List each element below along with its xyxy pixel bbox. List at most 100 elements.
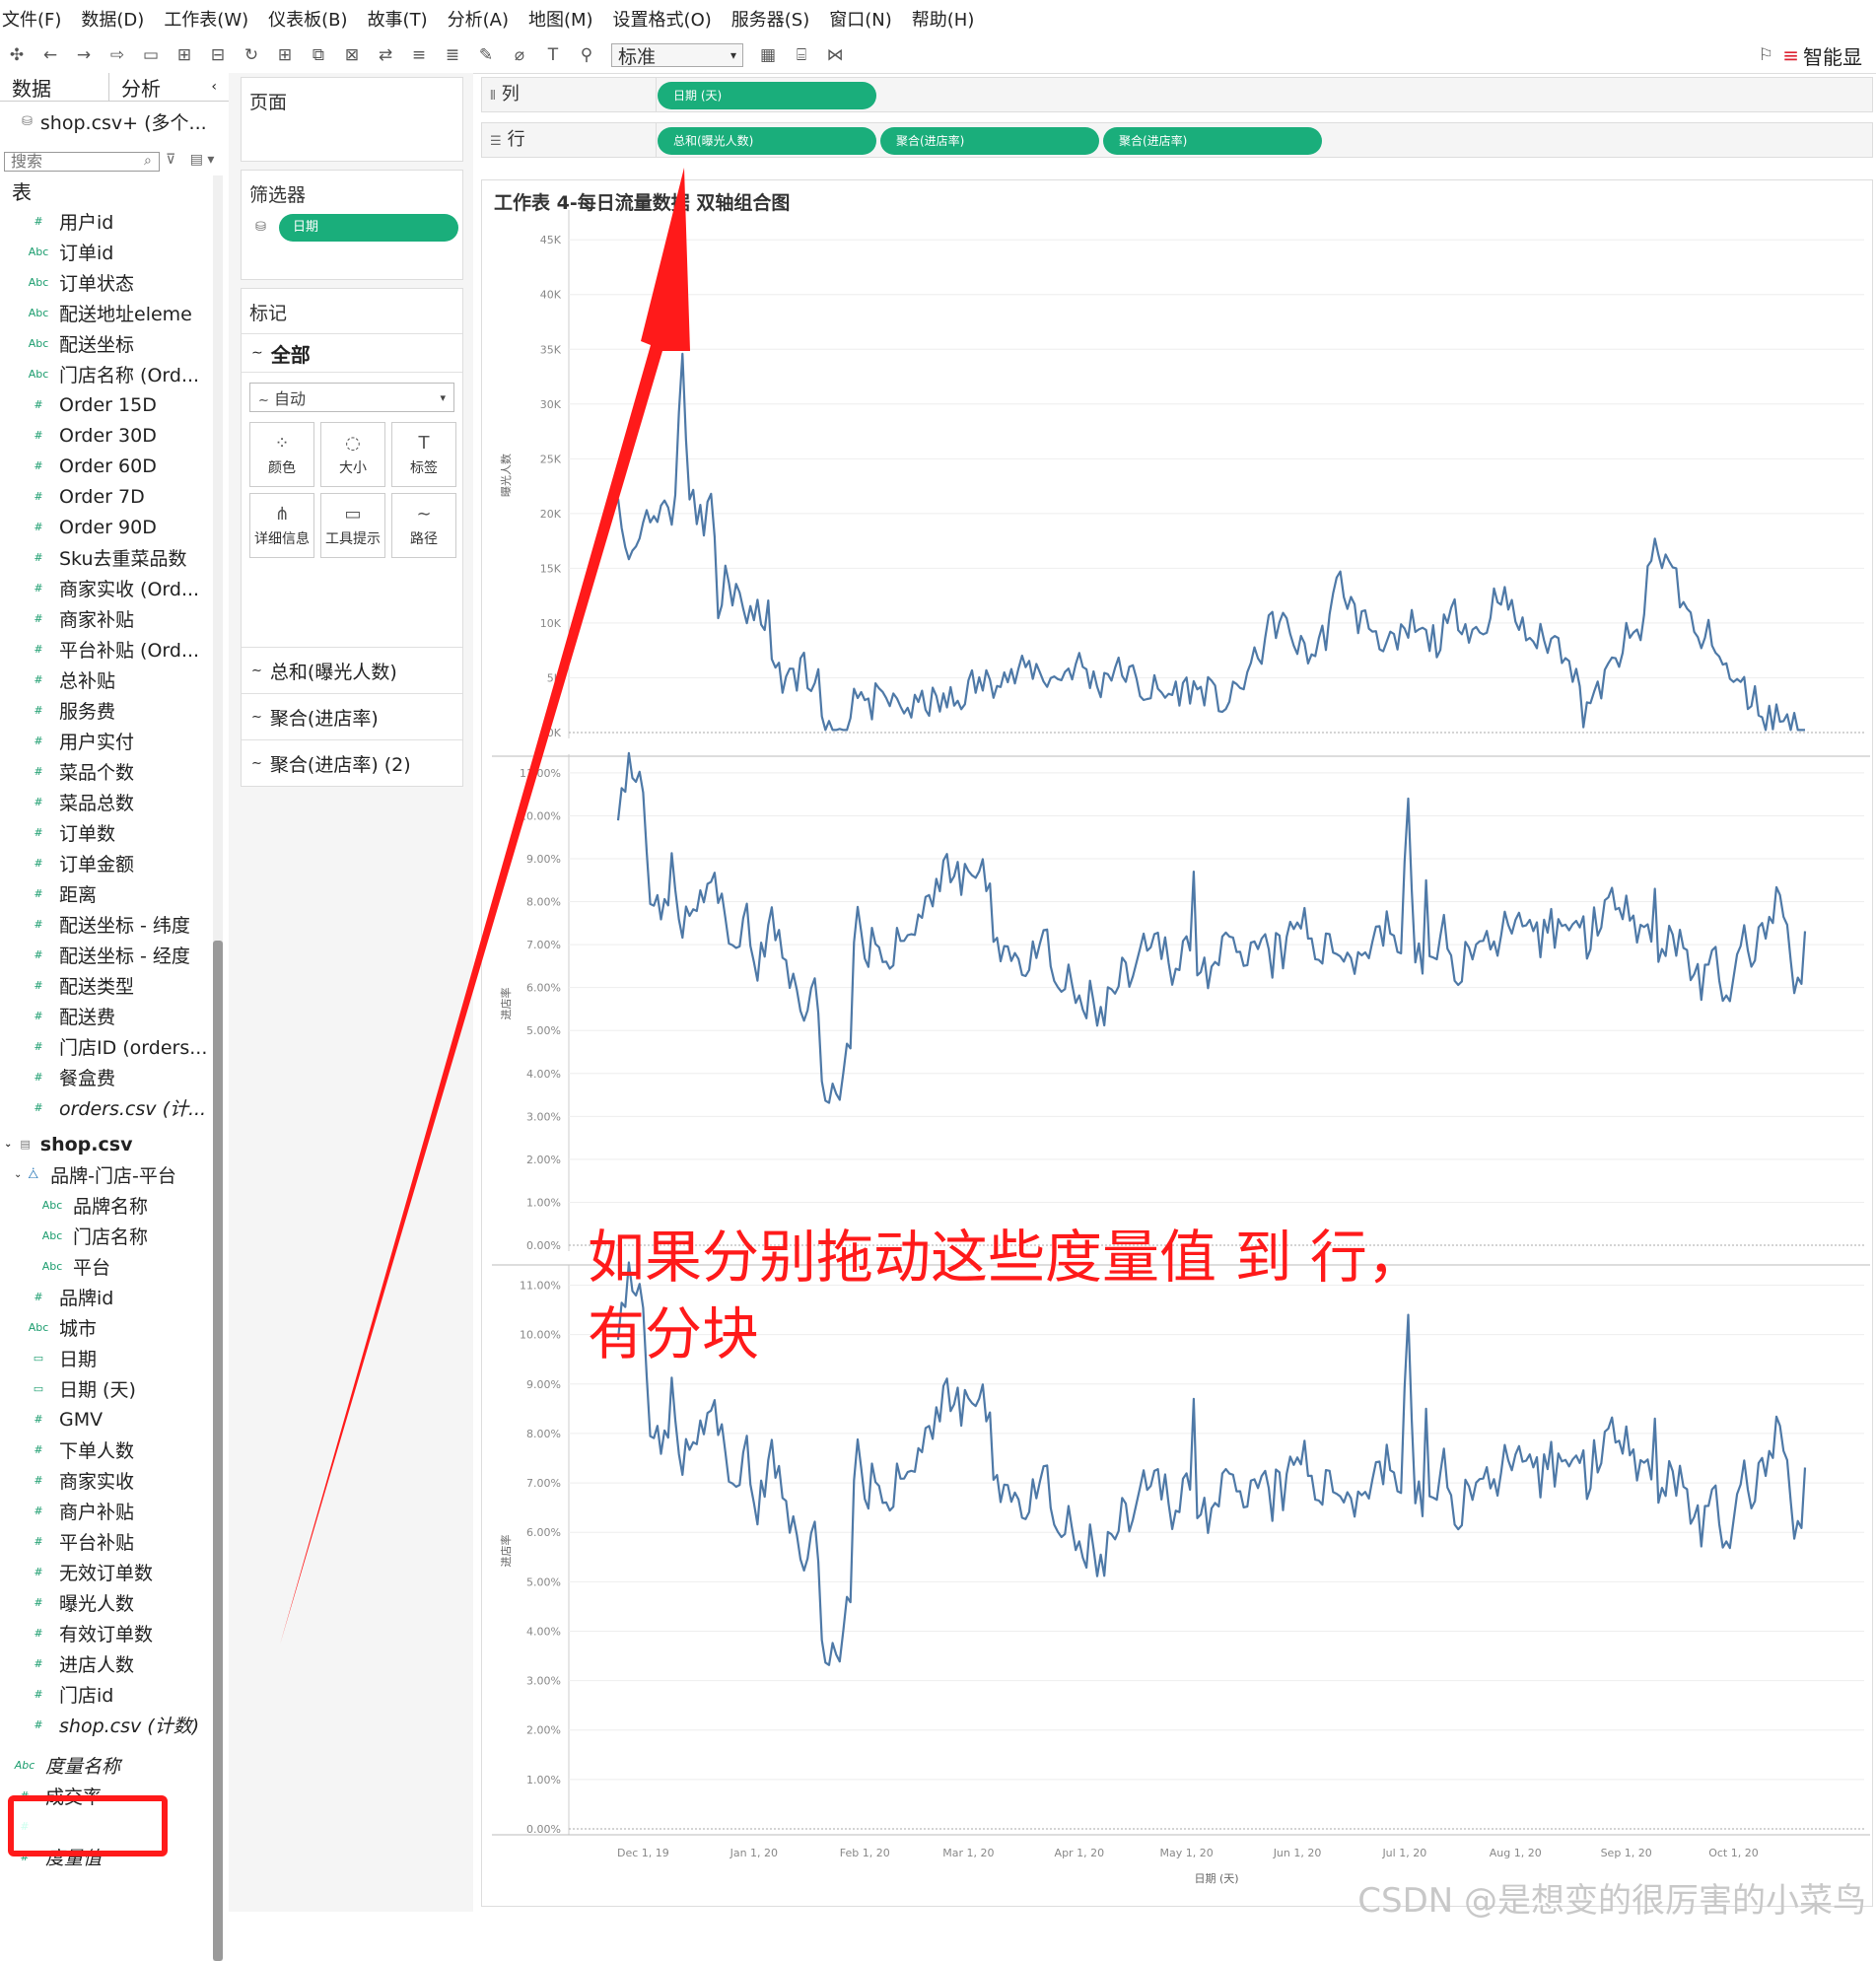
- field-item[interactable]: # Order 90D: [0, 512, 209, 542]
- sort-desc-icon[interactable]: ≣: [442, 45, 463, 65]
- field-item[interactable]: # 下单人数: [0, 1435, 209, 1465]
- chart-svg[interactable]: 0K 5K 10K 15K 20K 25K 30K 35K 40K 45K 曝光人数 0.00% 1.0…: [482, 180, 1872, 1906]
- field-item[interactable]: # 进店人数: [0, 1648, 209, 1679]
- field-item[interactable]: # 商家实收: [0, 1465, 209, 1496]
- field-item[interactable]: # 距离: [0, 878, 209, 909]
- view-options-icon[interactable]: ▤ ▾: [190, 152, 215, 168]
- field-item[interactable]: # 商家补贴: [0, 603, 209, 634]
- field-item[interactable]: # 门店id: [0, 1679, 209, 1710]
- marks-all-row[interactable]: ∼ 全部: [242, 334, 462, 373]
- marks-button[interactable]: ∼ 路径: [391, 493, 456, 558]
- search-input[interactable]: [4, 152, 160, 172]
- menu-item[interactable]: 数据(D): [81, 6, 144, 32]
- filter-pill-date[interactable]: 日期: [279, 214, 458, 242]
- field-item[interactable]: # 餐盒费: [0, 1062, 209, 1092]
- table-shop-csv[interactable]: ⌄ ▤ shop.csv: [0, 1129, 209, 1159]
- hierarchy-item[interactable]: ⌄ ⧊ 品牌-门店-平台: [0, 1159, 209, 1190]
- presentation-icon[interactable]: ⌸: [791, 45, 812, 65]
- field-item[interactable]: # 平台补贴 (Ord...: [0, 634, 209, 665]
- clear-sheet-icon[interactable]: ⊠: [341, 45, 363, 65]
- group-icon[interactable]: ⌀: [509, 45, 530, 65]
- scrollbar-thumb[interactable]: [213, 941, 223, 1961]
- field-item[interactable]: Abc 品牌名称: [0, 1190, 209, 1221]
- menu-item[interactable]: 地图(M): [528, 6, 593, 32]
- menu-item[interactable]: 工作表(W): [164, 6, 248, 32]
- field-item[interactable]: Abc 订单id: [0, 237, 209, 267]
- marks-button[interactable]: T 标签: [391, 422, 456, 487]
- measure-names-item[interactable]: Abc 度量名称: [0, 1750, 209, 1781]
- field-item[interactable]: # 商家实收 (Ord...: [0, 573, 209, 603]
- refresh-icon[interactable]: ↻: [241, 45, 262, 65]
- field-item[interactable]: # 用户实付: [0, 726, 209, 756]
- field-item[interactable]: Abc 平台: [0, 1251, 209, 1282]
- worksheet-view[interactable]: 工作表 4-每日流量数据 双轴组合图 0K 5K 10K 15K 20K 25K 30K 35…: [481, 179, 1873, 1907]
- field-item[interactable]: # GMV: [0, 1404, 209, 1435]
- marks-measure-row[interactable]: ∼ 总和(曝光人数): [242, 647, 462, 693]
- field-item[interactable]: # 门店ID (orders...: [0, 1031, 209, 1062]
- pause-update-icon[interactable]: ⊟: [207, 45, 229, 65]
- field-item[interactable]: # 菜品个数: [0, 756, 209, 787]
- field-item[interactable]: Abc 订单状态: [0, 267, 209, 298]
- pin-toolbar-icon[interactable]: ⚐: [1755, 45, 1776, 65]
- datasource-item[interactable]: ⛁ shop.csv+ (多个...: [0, 102, 229, 141]
- sort-asc-icon[interactable]: ≡: [408, 45, 430, 65]
- field-item[interactable]: # 用户id: [0, 206, 209, 237]
- field-item[interactable]: # 有效订单数: [0, 1618, 209, 1648]
- field-item[interactable]: # 配送坐标 - 纬度: [0, 909, 209, 940]
- show-me-icon[interactable]: ≡: [1782, 43, 1799, 67]
- field-item[interactable]: # shop.csv (计数): [0, 1710, 209, 1740]
- tableau-logo-icon[interactable]: ✣: [6, 45, 28, 65]
- menu-item[interactable]: 设置格式(O): [613, 6, 712, 32]
- undo-icon[interactable]: ←: [39, 45, 61, 65]
- shelf-pill[interactable]: 聚合(进店率): [880, 127, 1099, 155]
- menu-item[interactable]: 分析(A): [448, 6, 509, 32]
- filter-icon[interactable]: ⊽: [166, 152, 175, 168]
- shelf-pill[interactable]: 聚合(进店率): [1103, 127, 1322, 155]
- marks-button[interactable]: ▭ 工具提示: [320, 493, 385, 558]
- label-icon[interactable]: T: [542, 45, 564, 65]
- field-item[interactable]: # 曝光人数: [0, 1587, 209, 1618]
- save-icon[interactable]: ▭: [140, 45, 162, 65]
- marks-detail-area[interactable]: [242, 558, 462, 647]
- pin-icon[interactable]: ⚲: [576, 45, 597, 65]
- swap-icon[interactable]: ⇄: [375, 45, 396, 65]
- show-cards-icon[interactable]: ▦: [757, 45, 779, 65]
- mark-type-select[interactable]: ∼ 自动 ▾: [249, 383, 454, 412]
- new-datasource-icon[interactable]: ⊞: [174, 45, 195, 65]
- field-item[interactable]: # 总补贴: [0, 665, 209, 695]
- marks-measure-row[interactable]: ∼ 聚合(进店率) (2): [242, 739, 462, 786]
- tab-data[interactable]: 数据: [0, 73, 108, 102]
- field-item[interactable]: # 进店率: [0, 1811, 209, 1842]
- marks-button[interactable]: ⋔ 详细信息: [249, 493, 314, 558]
- field-item[interactable]: Abc 门店名称: [0, 1221, 209, 1251]
- share-icon[interactable]: ⋈: [824, 45, 846, 65]
- field-item[interactable]: # 配送坐标 - 经度: [0, 940, 209, 970]
- menu-item[interactable]: 帮助(H): [912, 6, 975, 32]
- marks-measure-row[interactable]: ∼ 聚合(进店率): [242, 693, 462, 739]
- field-item[interactable]: # Order 60D: [0, 451, 209, 481]
- shelf-pill[interactable]: 总和(曝光人数): [658, 127, 876, 155]
- duplicate-sheet-icon[interactable]: ⧉: [308, 45, 329, 65]
- field-item[interactable]: # 菜品总数: [0, 787, 209, 817]
- field-item[interactable]: # Order 15D: [0, 389, 209, 420]
- field-item[interactable]: # 商户补贴: [0, 1496, 209, 1526]
- field-item[interactable]: # 订单金额: [0, 848, 209, 878]
- redo-icon[interactable]: →: [73, 45, 95, 65]
- field-item[interactable]: # 配送费: [0, 1001, 209, 1031]
- field-item[interactable]: ▭ 日期 (天): [0, 1373, 209, 1404]
- field-item[interactable]: # 平台补贴: [0, 1526, 209, 1557]
- replay-icon[interactable]: ⇨: [106, 45, 128, 65]
- new-sheet-icon[interactable]: ⊞: [274, 45, 296, 65]
- field-item[interactable]: Abc 门店名称 (Ord...: [0, 359, 209, 389]
- collapse-icon[interactable]: ‹: [199, 79, 229, 95]
- field-item[interactable]: # 无效订单数: [0, 1557, 209, 1587]
- field-item[interactable]: # orders.csv (计...: [0, 1092, 209, 1123]
- field-item[interactable]: # Order 30D: [0, 420, 209, 451]
- field-item[interactable]: # 品牌id: [0, 1282, 209, 1312]
- menu-item[interactable]: 窗口(N): [829, 6, 892, 32]
- marks-button[interactable]: ⁘ 颜色: [249, 422, 314, 487]
- field-item[interactable]: # Order 7D: [0, 481, 209, 512]
- rows-shelf[interactable]: ☰ 行 总和(曝光人数) 聚合(进店率) 聚合(进店率): [481, 122, 1873, 158]
- tab-analysis[interactable]: 分析: [108, 72, 173, 102]
- fit-select[interactable]: 标准 ▾: [611, 43, 743, 68]
